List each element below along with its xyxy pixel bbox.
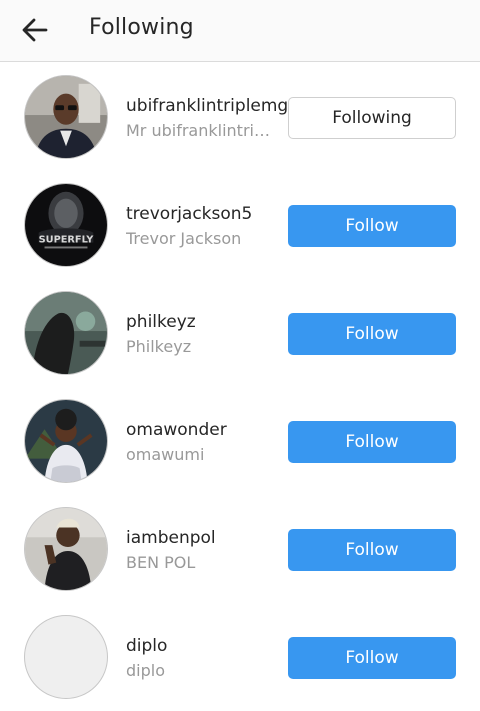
list-item: SUPERFLY trevorjackson5 Trevor Jackson F… [0,171,480,279]
full-name: Trevor Jackson [126,229,242,248]
username[interactable]: philkeyz [126,311,196,333]
full-name: BEN POL [126,553,196,572]
avatar[interactable] [24,399,108,483]
full-name: Mr ubifranklintripl... [126,121,274,140]
avatar-text: SUPERFLY [39,235,95,246]
page-title: Following [89,15,194,40]
arrow-left-icon [22,18,48,42]
list-item: iambenpol BEN POL Follow [0,495,480,603]
username[interactable]: ubifranklintriplemg [126,95,288,117]
following-button[interactable]: Following [288,97,456,139]
list-item: omawonder omawumi Follow [0,387,480,495]
list-item: diplo diplo Follow [0,603,480,711]
list-item: ubifranklintriplemg Mr ubifranklintripl.… [0,63,480,171]
username[interactable]: trevorjackson5 [126,203,252,225]
username[interactable]: iambenpol [126,527,216,549]
follow-button[interactable]: Follow [288,313,456,355]
avatar[interactable] [24,75,108,159]
follow-button[interactable]: Follow [288,205,456,247]
username[interactable]: omawonder [126,419,227,441]
list-item: philkeyz Philkeyz Follow [0,279,480,387]
follow-button[interactable]: Follow [288,637,456,679]
full-name: omawumi [126,445,205,464]
follow-button[interactable]: Follow [288,529,456,571]
avatar[interactable]: SUPERFLY [24,183,108,267]
full-name: diplo [126,661,165,680]
full-name: Philkeyz [126,337,192,356]
avatar[interactable] [24,507,108,591]
username[interactable]: diplo [126,635,167,657]
avatar[interactable] [24,615,108,699]
avatar[interactable] [24,291,108,375]
back-button[interactable] [12,8,58,52]
app-bar: Following [0,0,480,62]
following-list: ubifranklintriplemg Mr ubifranklintripl.… [0,63,480,711]
follow-button[interactable]: Follow [288,421,456,463]
